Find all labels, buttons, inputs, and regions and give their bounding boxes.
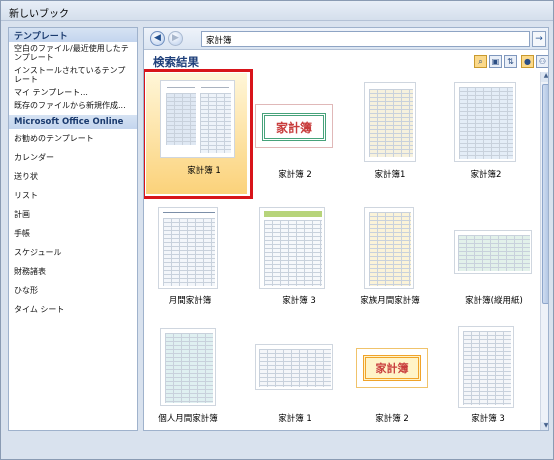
template-tile[interactable]: 月間家計簿 bbox=[144, 202, 244, 322]
sidebar-item-calendar[interactable]: カレンダー bbox=[9, 148, 137, 167]
thumbnail-banner-text: 家計簿 bbox=[375, 362, 409, 375]
template-caption: 家計簿 3 bbox=[471, 414, 505, 424]
template-caption: 家計簿 2 bbox=[278, 170, 312, 180]
template-tile[interactable]: 家計簿 家計簿 2 bbox=[251, 72, 351, 202]
sidebar-item-planner[interactable]: 手帳 bbox=[9, 224, 137, 243]
forward-button[interactable]: ▶ bbox=[168, 31, 183, 46]
sidebar-item-schedule[interactable]: スケジュール bbox=[9, 243, 137, 262]
title-bar: 新しいブック bbox=[1, 1, 553, 21]
template-thumbnail bbox=[255, 344, 333, 390]
users-icon[interactable]: ⚇ bbox=[536, 55, 548, 68]
template-tile[interactable]: 家族月間家計簿 bbox=[354, 202, 454, 322]
template-caption: 家計簿 3 bbox=[282, 296, 316, 306]
template-thumbnail: 家計簿 bbox=[356, 348, 428, 388]
template-caption: 家計簿(縦用紙) bbox=[465, 296, 523, 306]
window-title: 新しいブック bbox=[9, 9, 69, 20]
template-caption: 家計簿 1 bbox=[187, 166, 221, 176]
template-tile[interactable]: 家計簿2 bbox=[444, 72, 544, 202]
sidebar-item-forms[interactable]: ひな形 bbox=[9, 281, 137, 300]
template-tile[interactable]: 家計簿 1 bbox=[251, 322, 351, 430]
sidebar-item-featured[interactable]: お勧めのテンプレート bbox=[9, 129, 137, 148]
template-tile[interactable]: 家計簿 1 bbox=[144, 69, 253, 202]
template-thumbnail bbox=[454, 230, 532, 274]
template-caption: 家計簿2 bbox=[470, 170, 502, 180]
scroll-down-icon[interactable]: ▼ bbox=[541, 422, 548, 430]
back-button[interactable]: ◀ bbox=[150, 31, 165, 46]
thumbnail-banner-text: 家計簿 bbox=[275, 121, 312, 135]
view-toolbar: ⌕ ▣ ⇅ ● ⚇ bbox=[474, 55, 548, 71]
sidebar-item-recent[interactable]: 空白のファイル/最近使用したテンプレート bbox=[9, 42, 137, 64]
template-tile[interactable]: 家計簿 3 bbox=[251, 202, 351, 322]
scroll-thumb[interactable] bbox=[542, 84, 548, 304]
sidebar-item-financial[interactable]: 財務諸表 bbox=[9, 262, 137, 281]
template-caption: 家族月間家計簿 bbox=[360, 296, 420, 306]
template-caption: 家計簿 1 bbox=[278, 414, 312, 424]
sidebar-item-from-existing[interactable]: 既存のファイルから新規作成... bbox=[9, 99, 137, 112]
scroll-up-icon[interactable]: ▲ bbox=[541, 72, 548, 82]
search-go-button[interactable]: → bbox=[532, 31, 546, 47]
template-sidebar: テンプレート 空白のファイル/最近使用したテンプレート インストールされているテ… bbox=[8, 27, 138, 431]
template-thumbnail bbox=[158, 207, 218, 289]
sidebar-item-my-templates[interactable]: マイ テンプレート... bbox=[9, 86, 137, 99]
template-tile[interactable]: 個人月間家計簿 bbox=[144, 322, 244, 430]
template-thumbnail bbox=[160, 328, 216, 406]
template-tile[interactable]: 家計簿 3 bbox=[444, 322, 544, 430]
template-thumbnail bbox=[458, 326, 514, 408]
results-grid: 家計簿 1 家計簿 家計簿 2 家計簿1 家計簿2 月間家計簿 家計簿 3 家族… bbox=[144, 69, 540, 430]
sidebar-item-invoice[interactable]: 送り状 bbox=[9, 167, 137, 186]
sidebar-section-office-online: Microsoft Office Online bbox=[9, 115, 137, 129]
sidebar-item-timesheet[interactable]: タイム シート bbox=[9, 300, 137, 319]
sort-icon[interactable]: ⇅ bbox=[504, 55, 517, 68]
template-caption: 家計簿1 bbox=[374, 170, 406, 180]
template-thumbnail bbox=[454, 82, 516, 162]
template-thumbnail: 家計簿 bbox=[255, 104, 333, 148]
zoom-out-icon[interactable]: ▣ bbox=[489, 55, 502, 68]
zoom-icon[interactable]: ⌕ bbox=[474, 55, 487, 68]
sidebar-item-installed[interactable]: インストールされているテンプレート bbox=[9, 64, 137, 86]
template-caption: 月間家計簿 bbox=[168, 296, 212, 306]
dialog-footer bbox=[1, 433, 553, 459]
new-workbook-dialog: 新しいブック テンプレート 空白のファイル/最近使用したテンプレート インストー… bbox=[0, 0, 554, 460]
results-panel: ◀ ▶ 家計簿 → 検索結果 ⌕ ▣ ⇅ ● ⚇ 家計簿 1 家計簿 家計簿 2… bbox=[143, 27, 549, 431]
template-caption: 家計簿 2 bbox=[375, 414, 409, 424]
results-scrollbar[interactable]: ▲ ▼ bbox=[540, 72, 548, 430]
search-input[interactable]: 家計簿 bbox=[201, 31, 530, 47]
sidebar-item-plan[interactable]: 計画 bbox=[9, 205, 137, 224]
template-tile[interactable]: 家計簿(縦用紙) bbox=[444, 202, 544, 322]
user-icon[interactable]: ● bbox=[521, 55, 534, 68]
template-caption: 個人月間家計簿 bbox=[158, 414, 218, 424]
template-thumbnail bbox=[259, 207, 325, 289]
navigation-bar: ◀ ▶ 家計簿 → bbox=[144, 28, 548, 50]
sidebar-item-list[interactable]: リスト bbox=[9, 186, 137, 205]
sidebar-header: テンプレート bbox=[9, 28, 137, 42]
template-tile[interactable]: 家計簿1 bbox=[354, 72, 454, 202]
template-thumbnail bbox=[364, 82, 416, 162]
template-thumbnail bbox=[160, 80, 235, 158]
results-title: 検索結果 bbox=[153, 55, 199, 69]
template-thumbnail bbox=[364, 207, 414, 289]
